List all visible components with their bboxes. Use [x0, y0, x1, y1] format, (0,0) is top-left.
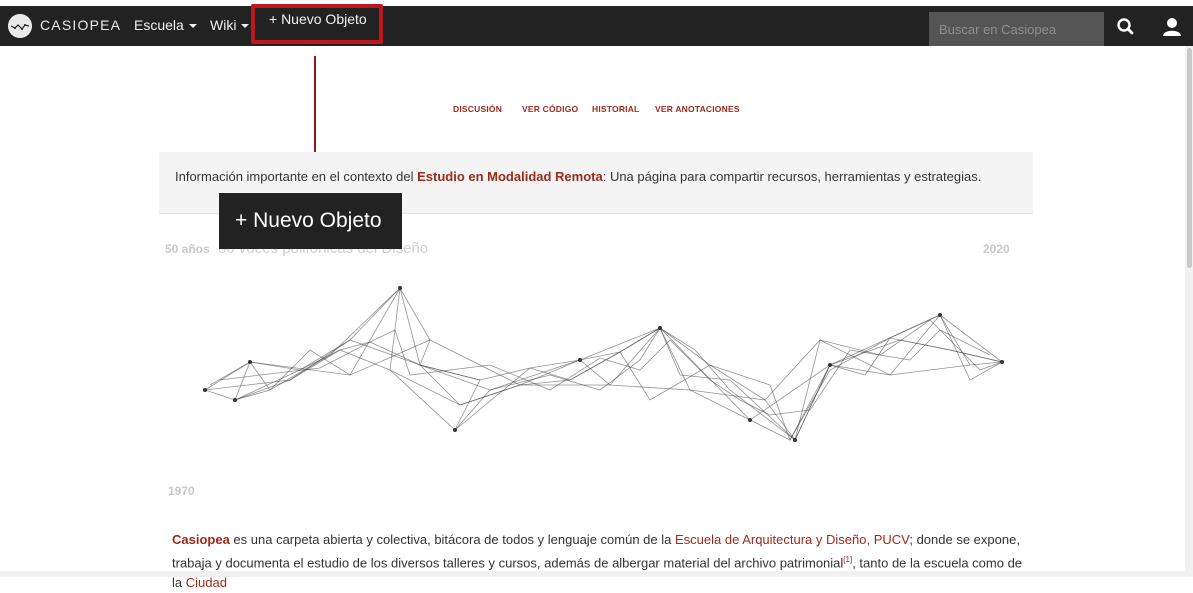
info-text: Información importante en el contexto de… — [175, 169, 981, 184]
user-icon — [1163, 18, 1181, 36]
new-object-tooltip: + Nuevo Objeto — [219, 193, 402, 249]
menu-escuela[interactable]: Escuela — [134, 17, 197, 33]
ciudad-link[interactable]: Ciudad — [186, 575, 227, 590]
school-link[interactable]: Escuela de Arquitectura y Diseño, PUCV — [675, 532, 909, 547]
navbar: CASIOPEA Escuela Wiki — [0, 6, 1193, 46]
vertical-scrollbar-thumb[interactable] — [1187, 48, 1192, 268]
paragraph-text-1: es una carpeta abierta y colectiva, bitá… — [229, 532, 675, 547]
timeline-year-end: 2020 — [983, 242, 1010, 256]
timeline-year-start: 1970 — [168, 484, 195, 498]
chevron-down-icon — [241, 24, 250, 29]
timeline-top-left: 50 años — [165, 242, 210, 256]
search-input[interactable] — [929, 12, 1104, 46]
info-link[interactable]: Estudio en Modalidad Remota — [417, 169, 603, 184]
info-text-before: Información importante en el contexto de… — [175, 169, 418, 184]
info-text-after: : Una página para compartir recursos, he… — [602, 169, 982, 184]
user-menu-button[interactable] — [1160, 14, 1184, 40]
intro-paragraph: Casiopea es una carpeta abierta y colect… — [172, 530, 1032, 593]
footnote-link[interactable]: [1] — [843, 555, 852, 564]
menu-wiki-label: Wiki — [210, 17, 237, 33]
chevron-down-icon — [188, 24, 197, 29]
menu-escuela-label: Escuela — [134, 17, 184, 33]
tab-view-annotations[interactable]: VER ANOTACIONES — [655, 104, 740, 114]
network-visualization — [203, 286, 1004, 442]
search-icon — [1117, 18, 1134, 35]
casiopea-bold: Casiopea — [172, 532, 230, 547]
brand-name[interactable]: CASIOPEA — [40, 17, 121, 33]
tab-history[interactable]: HISTORIAL — [592, 104, 639, 114]
horizontal-scrollbar[interactable] — [0, 571, 1185, 577]
tab-discussion[interactable]: DISCUSIÓN — [453, 104, 502, 114]
tab-view-code[interactable]: VER CÓDIGO — [522, 104, 578, 114]
page-tabs: DISCUSIÓN VER CÓDIGO HISTORIAL VER ANOTA… — [0, 104, 1193, 118]
new-object-button[interactable]: + Nuevo Objeto — [269, 11, 367, 27]
search-button[interactable] — [1112, 14, 1140, 40]
menu-wiki[interactable]: Wiki — [210, 17, 250, 33]
casiopea-logo-icon[interactable] — [8, 14, 32, 38]
